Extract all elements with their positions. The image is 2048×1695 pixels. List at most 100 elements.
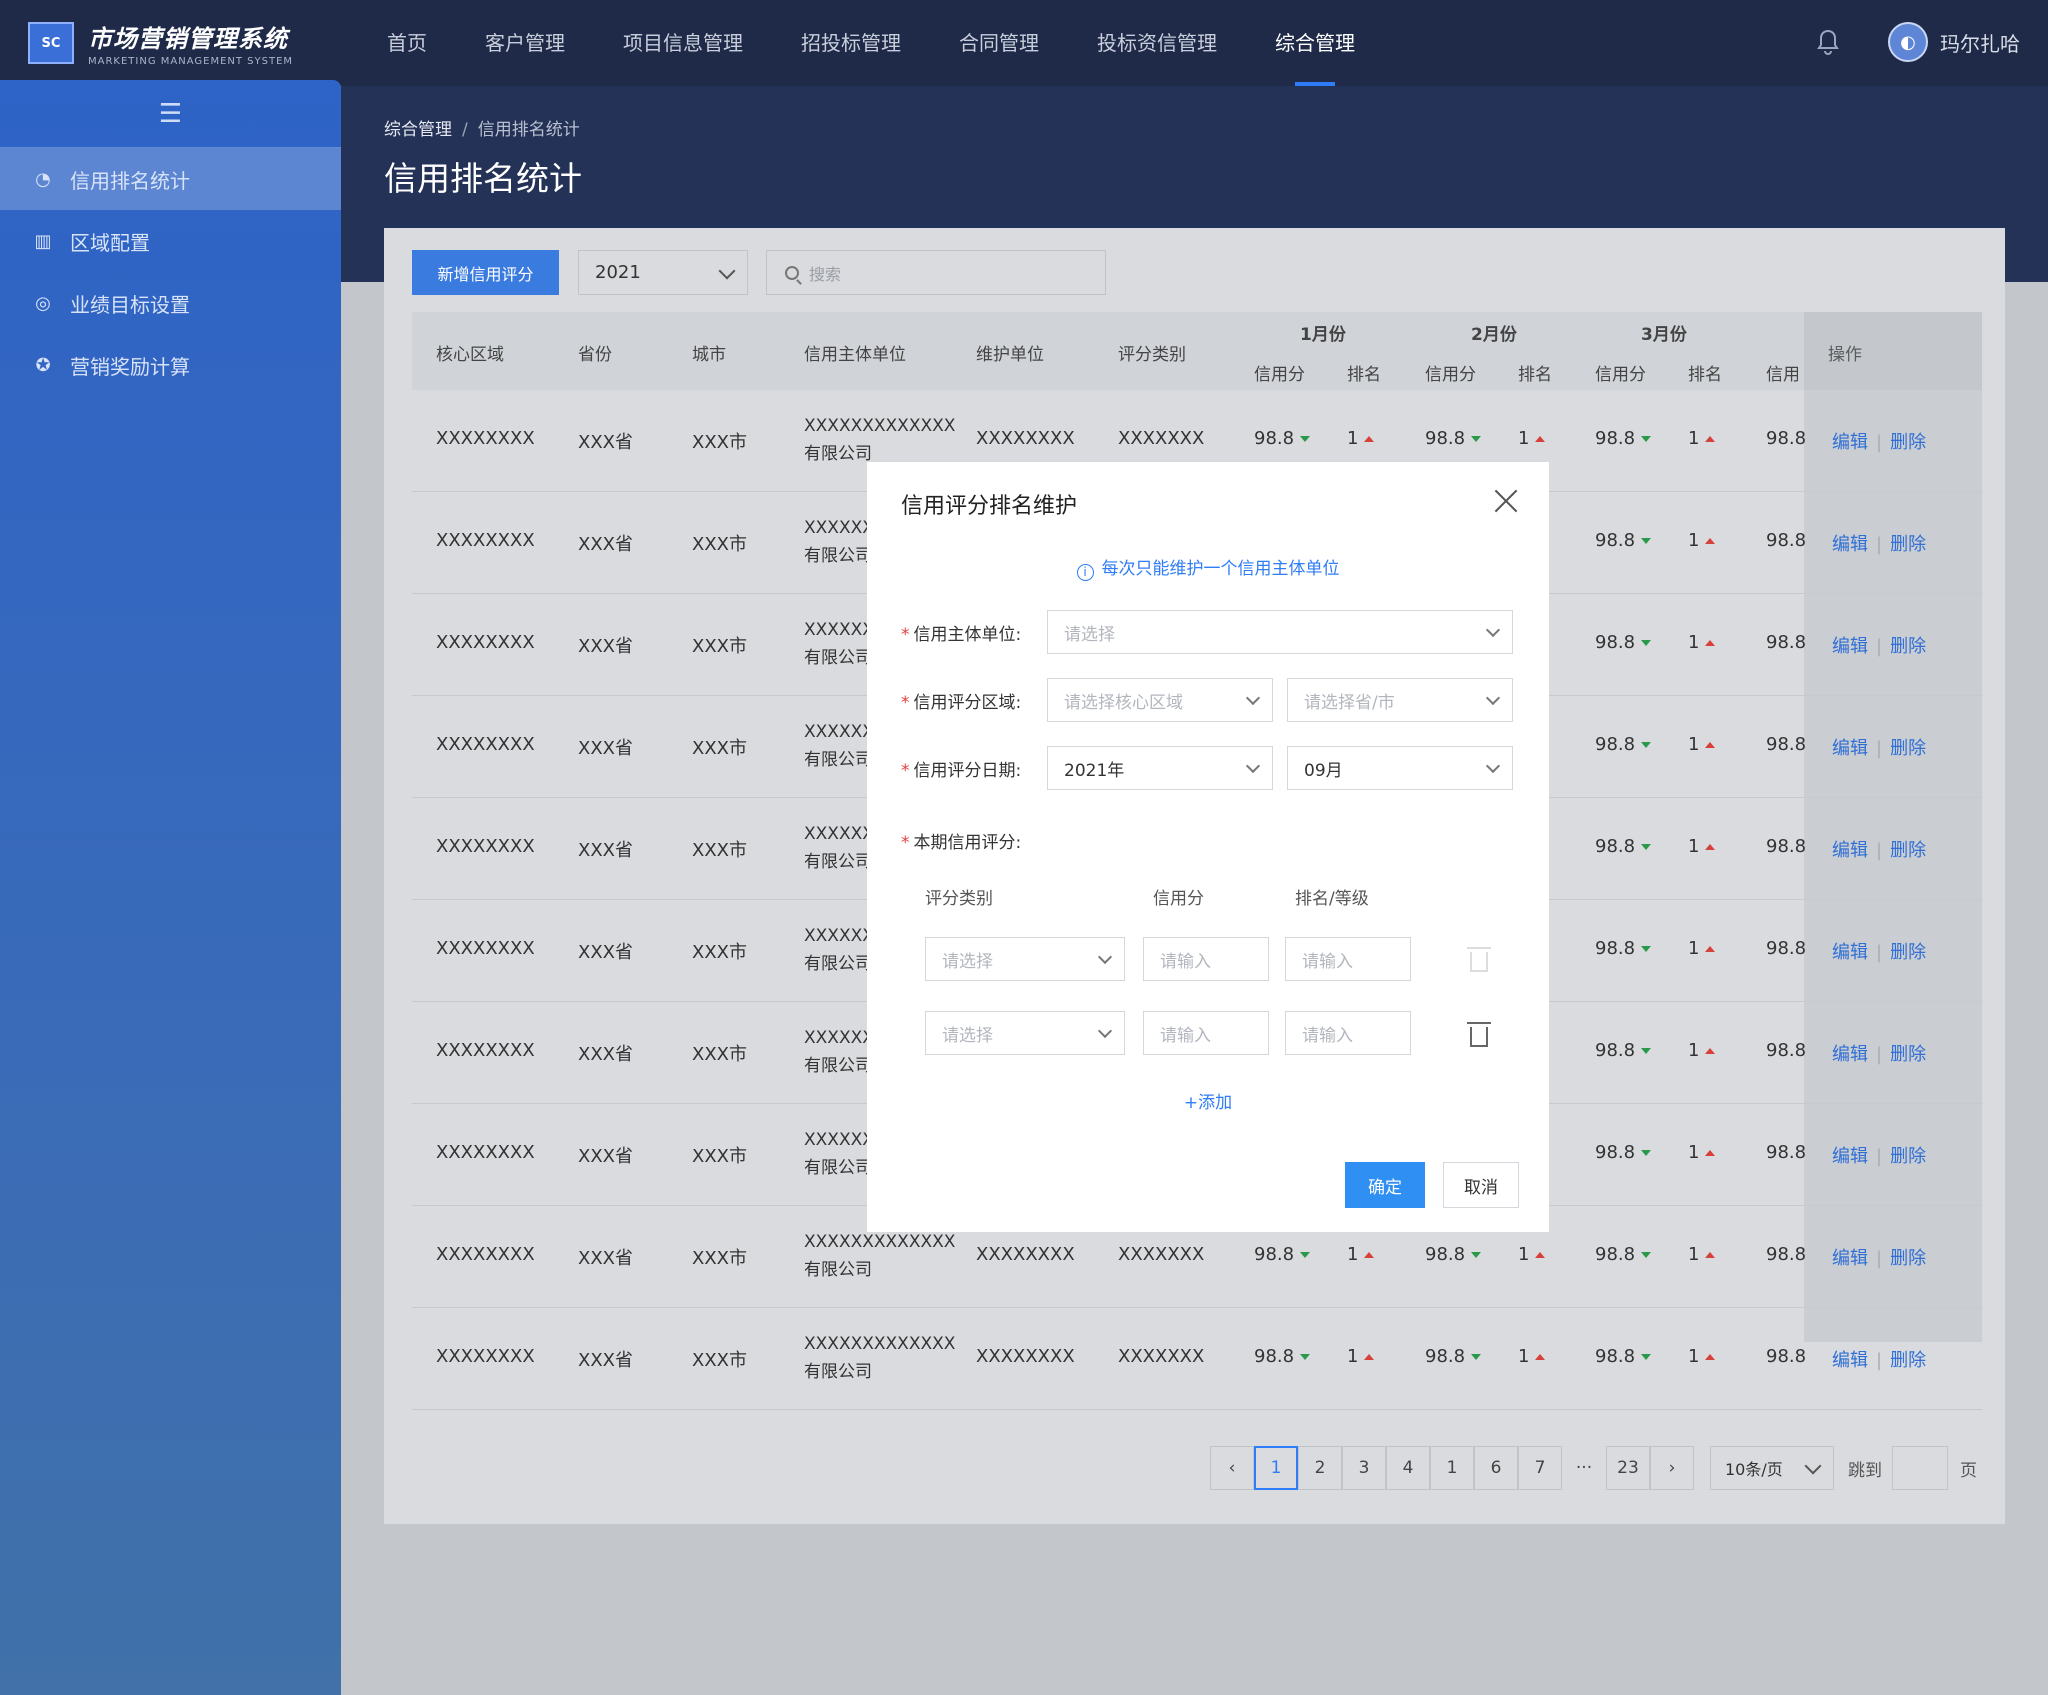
breadcrumb-parent[interactable]: 综合管理: [384, 120, 452, 140]
edit-button[interactable]: 编辑: [1832, 1350, 1868, 1371]
jump-page-input[interactable]: [1892, 1446, 1948, 1490]
cell-province: XXX省: [578, 942, 633, 963]
divider: |: [1876, 432, 1883, 453]
confirm-button[interactable]: 确定: [1345, 1162, 1425, 1208]
year-select[interactable]: 2021: [578, 250, 748, 295]
cell-province: XXX省: [578, 1146, 633, 1167]
month-picker[interactable]: 09月: [1287, 746, 1513, 790]
add-row-button[interactable]: +添加: [867, 1088, 1549, 1113]
page-3[interactable]: 3: [1342, 1446, 1386, 1490]
entity-select[interactable]: 请选择: [1047, 610, 1513, 654]
nav-home[interactable]: 首页: [358, 0, 456, 86]
page-ellipsis[interactable]: ···: [1562, 1446, 1606, 1490]
logo-mark-icon: SC: [28, 22, 74, 64]
rank-value: 1: [1688, 1346, 1700, 1367]
rank-value: 1: [1688, 1040, 1700, 1061]
delete-button[interactable]: 删除: [1890, 1350, 1926, 1371]
cell-category: XXXXXXX: [1118, 1244, 1205, 1265]
cell-entity-line2: 有限公司: [804, 1158, 872, 1178]
delete-button[interactable]: 删除: [1890, 1146, 1926, 1167]
app-name: 市场营销管理系统: [88, 25, 288, 53]
nav-contract[interactable]: 合同管理: [930, 0, 1068, 86]
edit-button[interactable]: 编辑: [1832, 432, 1868, 453]
trash-icon[interactable]: [1467, 1022, 1491, 1047]
delete-button[interactable]: 删除: [1890, 534, 1926, 555]
col-rank-1: 排名: [1347, 365, 1381, 385]
score-label: * 本期信用评分:: [901, 833, 1022, 853]
col-category: 评分类别: [1118, 345, 1186, 365]
edit-button[interactable]: 编辑: [1832, 534, 1868, 555]
edit-button[interactable]: 编辑: [1832, 1146, 1868, 1167]
edit-button[interactable]: 编辑: [1832, 738, 1868, 759]
page-size-select[interactable]: 10条/页: [1710, 1446, 1834, 1490]
cell-rank: 1: [1688, 530, 1716, 551]
year-picker[interactable]: 2021年: [1047, 746, 1273, 790]
delete-button[interactable]: 删除: [1890, 636, 1926, 657]
category-select-1[interactable]: 请选择: [925, 937, 1125, 981]
page-1[interactable]: 1: [1254, 1446, 1298, 1490]
nav-bidding[interactable]: 招投标管理: [772, 0, 930, 86]
sidebar-item-region-config[interactable]: ▥ 区域配置: [0, 210, 341, 272]
edit-button[interactable]: 编辑: [1832, 636, 1868, 657]
core-region-select[interactable]: 请选择核心区域: [1047, 678, 1273, 722]
rank-input-2[interactable]: 请输入: [1285, 1011, 1411, 1055]
delete-button[interactable]: 删除: [1890, 1044, 1926, 1065]
score-input-2[interactable]: 请输入: [1143, 1011, 1269, 1055]
province-select[interactable]: 请选择省/市: [1287, 678, 1513, 722]
sidebar-item-credit-ranking[interactable]: ◔ 信用排名统计: [0, 148, 341, 210]
app-logo[interactable]: SC 市场营销管理系统 MARKETING MANAGEMENT SYSTEM: [28, 19, 358, 67]
next-page-icon[interactable]: ›: [1650, 1446, 1694, 1490]
nav-project-info[interactable]: 项目信息管理: [594, 0, 772, 86]
bell-icon[interactable]: [1816, 28, 1840, 56]
user-menu[interactable]: ◐ 玛尔扎哈: [1888, 22, 2020, 62]
rank-input-1[interactable]: 请输入: [1285, 937, 1411, 981]
search-icon: [785, 265, 799, 280]
cell-province: XXX省: [578, 636, 633, 657]
add-credit-score-button[interactable]: 新增信用评分: [412, 250, 559, 295]
score-input-1[interactable]: 请输入: [1143, 937, 1269, 981]
app-name-en: MARKETING MANAGEMENT SYSTEM: [88, 56, 294, 67]
cell-rank: 1: [1688, 734, 1716, 755]
sidebar-item-reward-calc[interactable]: ✪ 营销奖励计算: [0, 334, 341, 396]
col-rank-header: 排名/等级: [1295, 889, 1369, 909]
row-actions: 编辑 | 删除: [1832, 1244, 1926, 1270]
nav-customer[interactable]: 客户管理: [456, 0, 594, 86]
menu-icon[interactable]: ☰: [0, 80, 341, 148]
prev-page-icon[interactable]: ‹: [1210, 1446, 1254, 1490]
row-actions: 编辑 | 删除: [1832, 734, 1926, 760]
sidebar-item-target-setting[interactable]: ◎ 业绩目标设置: [0, 272, 341, 334]
delete-button[interactable]: 删除: [1890, 942, 1926, 963]
category-select-2[interactable]: 请选择: [925, 1011, 1125, 1055]
page-4[interactable]: 4: [1386, 1446, 1430, 1490]
page-7[interactable]: 7: [1518, 1446, 1562, 1490]
edit-button[interactable]: 编辑: [1832, 840, 1868, 861]
rank-value: 1: [1347, 1244, 1359, 1265]
nav-bid-credit[interactable]: 投标资信管理: [1068, 0, 1246, 86]
down-arrow-icon: [1641, 1150, 1652, 1156]
down-arrow-icon: [1641, 640, 1652, 646]
page-5[interactable]: 1: [1430, 1446, 1474, 1490]
main-nav: 首页 客户管理 项目信息管理 招投标管理 合同管理 投标资信管理 综合管理: [358, 0, 1384, 86]
edit-button[interactable]: 编辑: [1832, 942, 1868, 963]
delete-button[interactable]: 删除: [1890, 738, 1926, 759]
nav-general[interactable]: 综合管理: [1246, 0, 1384, 86]
cancel-button[interactable]: 取消: [1443, 1162, 1519, 1208]
breadcrumb-separator: /: [462, 120, 468, 140]
cell-score: 98.8: [1425, 1244, 1482, 1265]
page-2[interactable]: 2: [1298, 1446, 1342, 1490]
page-6[interactable]: 6: [1474, 1446, 1518, 1490]
edit-button[interactable]: 编辑: [1832, 1248, 1868, 1269]
edit-button[interactable]: 编辑: [1832, 1044, 1868, 1065]
cell-score: 98.8: [1595, 734, 1652, 755]
score-value: 98.8: [1425, 1244, 1466, 1265]
close-icon[interactable]: [1493, 488, 1519, 514]
delete-button[interactable]: 删除: [1890, 840, 1926, 861]
score-value: 98.8: [1595, 836, 1636, 857]
up-arrow-icon: [1705, 436, 1716, 442]
col-rank-2: 排名: [1518, 365, 1552, 385]
page-last[interactable]: 23: [1606, 1446, 1650, 1490]
delete-button[interactable]: 删除: [1890, 1248, 1926, 1269]
search-input[interactable]: 搜索: [766, 250, 1106, 295]
cell-score: 98.8: [1595, 938, 1652, 959]
delete-button[interactable]: 删除: [1890, 432, 1926, 453]
